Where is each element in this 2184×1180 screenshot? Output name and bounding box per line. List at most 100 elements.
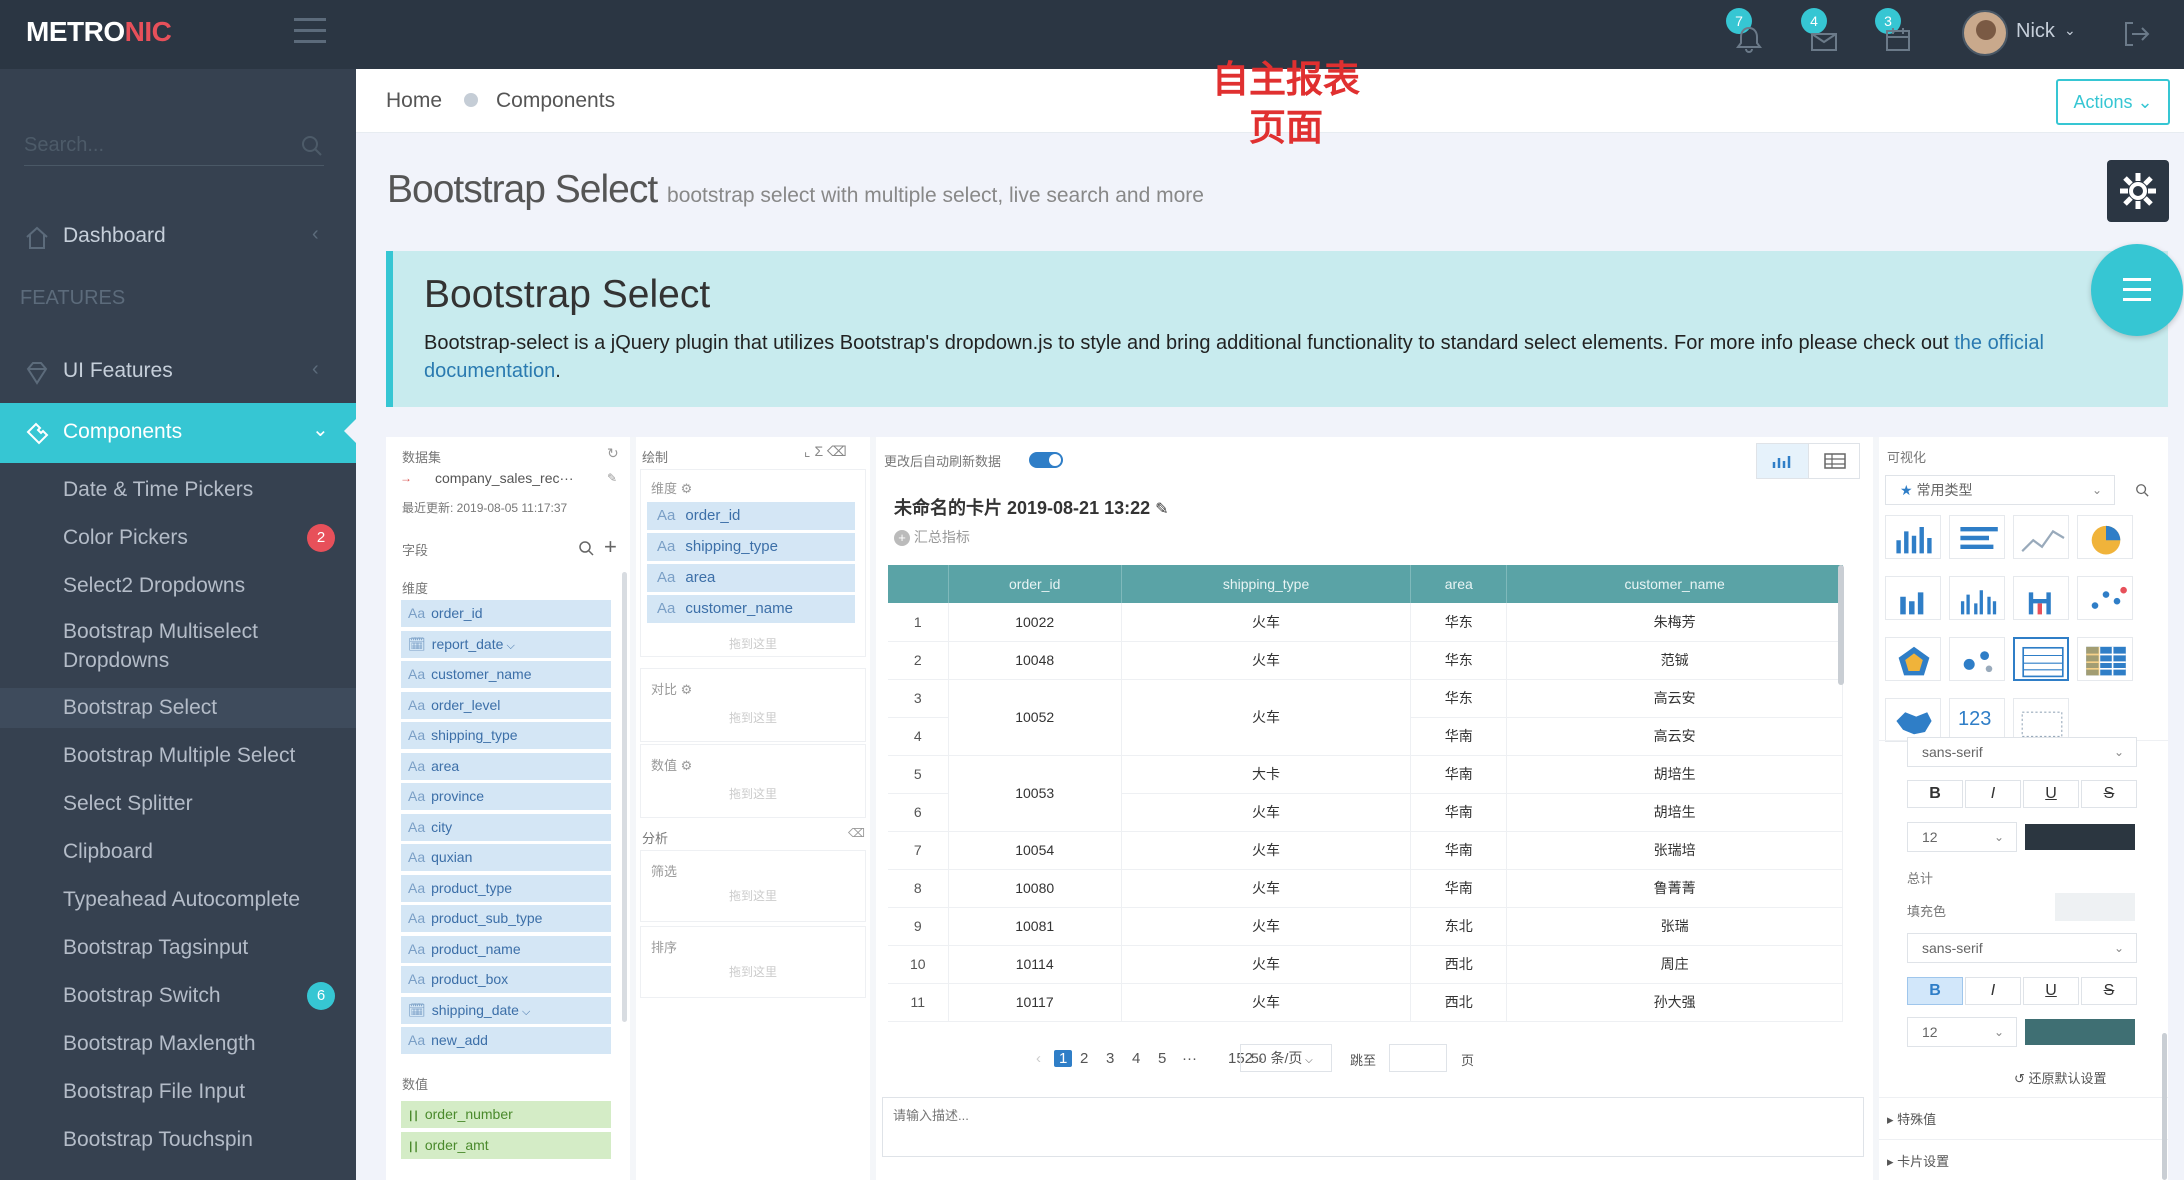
dimension-field[interactable]: 🗓 shipping_date ⌵ (401, 996, 611, 1024)
sidebar-item-ui-features[interactable]: UI Features ‹ (0, 344, 356, 400)
user-name[interactable]: Nick (2016, 20, 2055, 43)
sidebar-subitem[interactable]: Bootstrap Switch 6 (0, 976, 356, 1016)
chevron-down-icon[interactable]: ⌵ (519, 1006, 530, 1018)
underline-button[interactable]: U (2023, 780, 2079, 808)
description-input[interactable] (893, 1108, 1793, 1123)
value-drop-zone[interactable]: 数值 ⚙ 拖到这里 (640, 744, 866, 818)
settings-scrollbar[interactable] (2162, 1033, 2167, 1180)
page-number[interactable]: 3 (1106, 1050, 1114, 1067)
compare-drop-zone[interactable]: 对比 ⚙ 拖到这里 (640, 668, 866, 742)
dimension-field[interactable]: Aa customer_name (401, 661, 611, 688)
dimension-field[interactable]: 🗓 report_date ⌵ (401, 630, 611, 658)
sidebar-subitem[interactable]: Bootstrap Touchspin (0, 1120, 356, 1160)
search-input[interactable] (24, 130, 284, 160)
sidebar-subitem[interactable]: Typeahead Autocomplete (0, 880, 356, 920)
total-italic-button[interactable]: I (1965, 977, 2021, 1005)
notifications-button[interactable]: 7 (1726, 8, 1774, 56)
user-avatar[interactable] (1962, 10, 2008, 56)
sidebar-subitem[interactable]: Bootstrap Select (0, 688, 356, 728)
sidebar-subitem[interactable]: Select Splitter (0, 784, 356, 824)
italic-button[interactable]: I (1965, 780, 2021, 808)
chevron-down-icon[interactable]: ⌵ (503, 640, 514, 652)
text-color-swatch[interactable] (2025, 824, 2135, 850)
dimension-field[interactable]: Aa area (401, 752, 611, 780)
table-row[interactable]: 5 10053 大卡 华南 胡培生 (888, 755, 1843, 832)
sidebar-subitem[interactable]: Color Pickers 2 (0, 518, 356, 558)
font-size-select[interactable]: 12 ⌄ (1907, 822, 2017, 852)
chevron-down-icon[interactable]: ⌄ (2064, 22, 2076, 39)
logout-icon[interactable] (2120, 18, 2152, 50)
dimension-drop-zone[interactable]: 维度 ⚙ Aa order_id Aa shipping_type Aa area Aa cu… (640, 469, 866, 657)
breadcrumb-home[interactable]: Home (386, 89, 442, 113)
toolbar-icons[interactable]: ⌞ Σ ⌫ (804, 443, 847, 460)
quick-sidebar-toggle[interactable] (2091, 244, 2183, 336)
dimension-field[interactable]: Aa province (401, 783, 611, 810)
settings-button[interactable] (2107, 160, 2169, 222)
compare-card-icon[interactable] (2013, 698, 2069, 742)
table-row[interactable]: 7 10054 火车 华南 张瑞培 (888, 831, 1843, 870)
fill-color-swatch[interactable] (2055, 893, 2135, 921)
clear-icon[interactable]: ⌫ (848, 826, 865, 840)
tasks-button[interactable]: 3 (1875, 8, 1923, 56)
edit-icon[interactable]: ✎ (607, 471, 617, 485)
table-row[interactable]: 3 10052 火车 华东 高云安 (888, 679, 1843, 756)
total-font-size-select[interactable]: 12 ⌄ (1907, 1017, 2017, 1047)
sidebar-subitem[interactable]: Bootstrap Maxlength (0, 1024, 356, 1064)
jump-page-input[interactable] (1389, 1044, 1447, 1072)
filter-drop-zone[interactable]: 筛选 拖到这里 (640, 850, 866, 922)
grouped-column-icon[interactable] (1949, 576, 2005, 620)
fields-scrollbar[interactable] (622, 572, 627, 1022)
map-icon[interactable] (1885, 698, 1941, 742)
pie-chart-icon[interactable] (2077, 515, 2133, 559)
total-underline-button[interactable]: U (2023, 977, 2079, 1005)
number-card-icon[interactable]: 123 (1949, 698, 2005, 742)
table-row[interactable]: 8 10080 火车 华南 鲁菁菁 (888, 869, 1843, 908)
table-view-button[interactable] (1809, 444, 1861, 478)
sidebar-subitem[interactable]: Clipboard (0, 832, 356, 872)
actions-button[interactable]: Actions ⌄ (2056, 79, 2170, 125)
table-row[interactable]: 10 10114 火车 西北 周庄 (888, 945, 1843, 984)
special-values-section[interactable]: ▸ 特殊值 (1887, 1109, 1936, 1128)
bar-chart-icon[interactable] (1949, 515, 2005, 559)
combo-chart-icon[interactable] (2013, 576, 2069, 620)
total-strikethrough-button[interactable]: S (2081, 977, 2137, 1005)
page-number[interactable]: 5 (1158, 1050, 1166, 1067)
stacked-column-icon[interactable] (1885, 576, 1941, 620)
refresh-icon[interactable]: ↻ (607, 445, 619, 462)
total-bold-button[interactable]: B (1907, 977, 1963, 1005)
sidebar-item-components[interactable]: Components ⌄ (0, 403, 356, 463)
add-field-icon[interactable]: + (604, 534, 617, 560)
card-title[interactable]: 未命名的卡片 2019-08-21 13:22 ✎ (894, 494, 1169, 520)
search-icon[interactable] (300, 134, 324, 158)
table-scrollbar[interactable] (1838, 565, 1844, 685)
chart-type-select[interactable]: ★ 常用类型 ⌄ (1885, 475, 2115, 505)
sidebar-subitem[interactable]: Bootstrap Multiselect Dropdowns (0, 612, 356, 686)
auto-refresh-toggle[interactable] (1029, 452, 1063, 468)
dimension-field[interactable]: Aa product_type (401, 874, 611, 902)
dataset-name[interactable]: company_sales_rec··· (435, 470, 574, 486)
pivot-table-icon[interactable] (2077, 637, 2133, 681)
font-family-select[interactable]: sans-serif ⌄ (1907, 737, 2137, 767)
sidebar-subitem[interactable]: Bootstrap File Input (0, 1072, 356, 1112)
page-size-select[interactable]: 50 条/页 ⌵ (1240, 1044, 1332, 1072)
page-number[interactable]: 4 (1132, 1050, 1140, 1067)
sidebar-item-dashboard[interactable]: Dashboard ‹ (0, 209, 356, 265)
dimension-field[interactable]: Aa product_name (401, 935, 611, 963)
radar-chart-icon[interactable] (1885, 637, 1941, 681)
page-number[interactable]: ··· (1182, 1050, 1197, 1067)
inbox-button[interactable]: 4 (1801, 8, 1849, 56)
line-chart-icon[interactable] (2013, 515, 2069, 559)
page-number[interactable]: 2 (1080, 1050, 1088, 1067)
dimension-field[interactable]: Aa product_sub_type (401, 905, 611, 932)
sidebar-subitem[interactable]: Bootstrap Tagsinput (0, 928, 356, 968)
dimension-field[interactable]: Aa shipping_type (401, 722, 611, 749)
page-number[interactable]: 1 (1054, 1050, 1073, 1067)
total-font-select[interactable]: sans-serif ⌄ (1907, 933, 2137, 963)
table-icon[interactable] (2013, 637, 2069, 681)
card-settings-section[interactable]: ▸ 卡片设置 (1887, 1151, 1949, 1170)
search-icon[interactable] (578, 540, 594, 556)
strikethrough-button[interactable]: S (2081, 780, 2137, 808)
sidebar-subitem[interactable]: Bootstrap Multiple Select (0, 736, 356, 776)
drawn-dimension[interactable]: Aa order_id (647, 502, 855, 530)
bold-button[interactable]: B (1907, 780, 1963, 808)
